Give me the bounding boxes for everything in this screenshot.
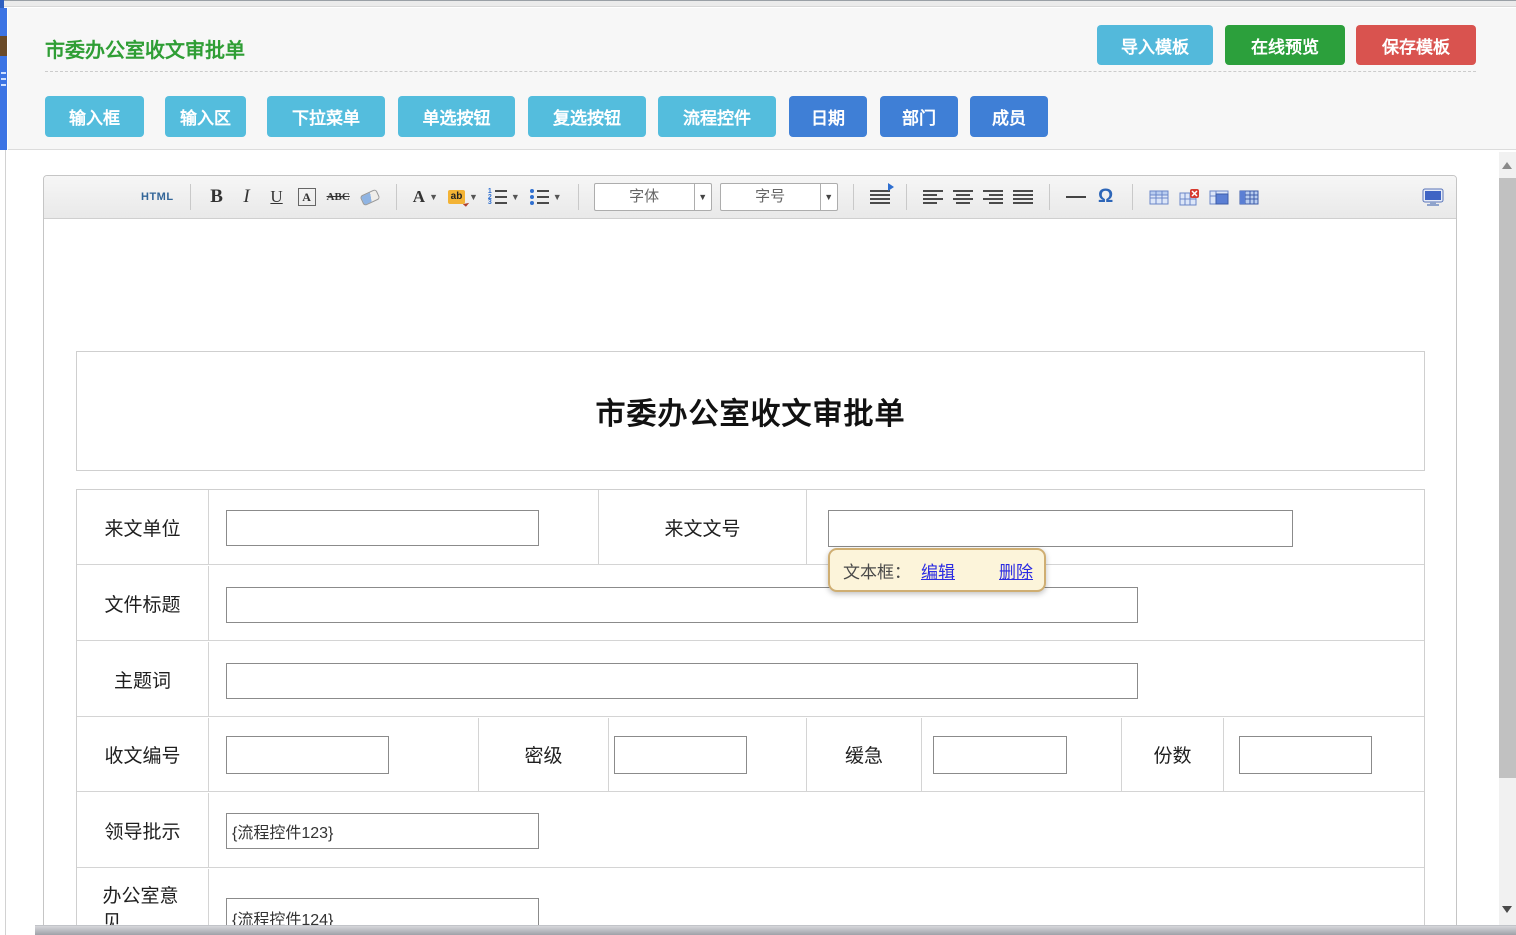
align-center-icon[interactable] bbox=[953, 184, 973, 210]
chevron-down-icon: ▼ bbox=[511, 192, 520, 202]
toolbar-separator bbox=[1132, 184, 1133, 210]
field-label-source-unit: 来文单位 bbox=[104, 514, 180, 541]
highlight-color-icon[interactable]: ab ▼ bbox=[448, 184, 478, 210]
horizontal-rule-icon[interactable] bbox=[1066, 184, 1086, 210]
add-member-button[interactable]: 成员 bbox=[970, 96, 1048, 137]
field-label-secrecy: 密级 bbox=[524, 741, 562, 768]
line-height-icon[interactable] bbox=[870, 184, 890, 210]
align-left-icon[interactable] bbox=[923, 184, 943, 210]
font-size-select[interactable]: 字号 ▼ bbox=[720, 183, 838, 211]
add-checkbox-button[interactable]: 复选按钮 bbox=[528, 96, 646, 137]
keywords-input[interactable] bbox=[226, 663, 1138, 699]
sidebar-menu-icon bbox=[1, 72, 6, 74]
add-radio-button[interactable]: 单选按钮 bbox=[398, 96, 515, 137]
ordered-list-icon[interactable]: 123 ▼ bbox=[488, 184, 520, 210]
fullscreen-icon[interactable] bbox=[1422, 184, 1444, 210]
leader-remark-input[interactable] bbox=[226, 813, 539, 849]
cell-properties-icon[interactable] bbox=[1239, 184, 1259, 210]
edit-widget-link[interactable]: 编辑 bbox=[921, 558, 955, 583]
font-family-select[interactable]: 字体 ▼ bbox=[594, 183, 712, 211]
online-preview-button[interactable]: 在线预览 bbox=[1225, 25, 1345, 65]
table-row: 主题词 bbox=[77, 642, 1424, 717]
copies-input[interactable] bbox=[1239, 736, 1372, 774]
sidebar-icon-fragment bbox=[0, 36, 7, 56]
field-label-leader-remark: 领导批示 bbox=[104, 817, 180, 844]
field-label-receipt-no: 收文编号 bbox=[104, 741, 180, 768]
chevron-down-icon: ▼ bbox=[553, 192, 562, 202]
align-right-icon[interactable] bbox=[983, 184, 1003, 210]
toolbar-separator bbox=[396, 184, 397, 210]
richtext-editor: HTML B I U A ABC A ▼ ab ▼ 123 ▼ bbox=[43, 175, 1457, 935]
italic-icon[interactable]: I bbox=[237, 184, 257, 210]
field-label-urgency: 缓急 bbox=[845, 741, 883, 768]
bold-icon[interactable]: B bbox=[207, 184, 227, 210]
add-textarea-button[interactable]: 输入区 bbox=[165, 96, 246, 137]
add-input-box-button[interactable]: 输入框 bbox=[45, 96, 144, 137]
field-label-doc-title: 文件标题 bbox=[104, 590, 180, 617]
delete-widget-link[interactable]: 删除 bbox=[999, 558, 1033, 583]
doc-title-input[interactable] bbox=[226, 587, 1138, 623]
table-row: 收文编号 密级 缓急 份数 bbox=[77, 718, 1424, 792]
table-row: 领导批示 bbox=[77, 793, 1424, 868]
form-table: 来文单位 来文文号 文件标题 主题词 收文编号 bbox=[76, 489, 1425, 935]
page-title: 市委办公室收文审批单 bbox=[45, 34, 245, 63]
receipt-no-input[interactable] bbox=[226, 736, 389, 774]
collapsed-sidebar bbox=[0, 8, 7, 150]
urgency-input[interactable] bbox=[933, 736, 1067, 774]
window-bottom-edge bbox=[35, 925, 1516, 935]
window-top-band bbox=[0, 1, 1516, 7]
editor-toolbar: HTML B I U A ABC A ▼ ab ▼ 123 ▼ bbox=[44, 176, 1456, 219]
import-template-button[interactable]: 导入模板 bbox=[1097, 25, 1213, 65]
toolbar-separator bbox=[853, 184, 854, 210]
font-style-icon[interactable]: A bbox=[298, 188, 316, 206]
chevron-down-icon: ▼ bbox=[429, 192, 438, 202]
chevron-down-icon: ▼ bbox=[694, 184, 711, 210]
source-unit-input[interactable] bbox=[226, 510, 539, 546]
html-source-icon[interactable]: HTML bbox=[141, 184, 174, 210]
delete-table-icon[interactable] bbox=[1179, 184, 1199, 210]
field-label-source-number: 来文文号 bbox=[664, 514, 740, 541]
widget-type-label: 文本框： bbox=[843, 558, 911, 583]
scroll-down-button[interactable] bbox=[1502, 906, 1512, 913]
field-label-keywords: 主题词 bbox=[114, 666, 171, 693]
toolbar-separator bbox=[190, 184, 191, 210]
unordered-list-icon[interactable]: ▼ bbox=[530, 184, 562, 210]
add-flow-control-button[interactable]: 流程控件 bbox=[658, 96, 776, 137]
toolbar-separator bbox=[1049, 184, 1050, 210]
chevron-down-icon: ▼ bbox=[820, 184, 837, 210]
widget-tooltip: 文本框： 编辑 删除 bbox=[828, 548, 1046, 592]
field-label-copies: 份数 bbox=[1153, 741, 1191, 768]
strikethrough-icon[interactable]: ABC bbox=[327, 184, 350, 210]
browser-edge-fragment bbox=[0, 0, 4, 8]
source-number-input[interactable] bbox=[828, 510, 1293, 547]
chevron-down-icon: ▼ bbox=[469, 192, 478, 202]
scrollbar-track[interactable] bbox=[1499, 152, 1516, 935]
save-template-button[interactable]: 保存模板 bbox=[1356, 25, 1476, 65]
toolbar-separator bbox=[578, 184, 579, 210]
insert-table-icon[interactable] bbox=[1149, 184, 1169, 210]
scroll-up-button[interactable] bbox=[1502, 162, 1512, 169]
secrecy-input[interactable] bbox=[614, 736, 747, 774]
special-character-icon[interactable]: Ω bbox=[1096, 184, 1116, 210]
table-row: 文件标题 bbox=[77, 566, 1424, 641]
form-title: 市委办公室收文审批单 bbox=[596, 389, 906, 433]
font-color-icon[interactable]: A ▼ bbox=[413, 184, 438, 210]
table-row: 来文单位 来文文号 bbox=[77, 490, 1424, 565]
app-window: 市委办公室收文审批单 导入模板 在线预览 保存模板 输入框 输入区 下拉菜单 单… bbox=[0, 0, 1516, 935]
left-panel-border bbox=[5, 150, 6, 935]
remove-format-icon[interactable] bbox=[359, 188, 380, 206]
form-title-cell: 市委办公室收文审批单 bbox=[76, 351, 1425, 471]
add-date-button[interactable]: 日期 bbox=[789, 96, 867, 137]
add-department-button[interactable]: 部门 bbox=[880, 96, 958, 137]
dashed-divider bbox=[45, 71, 1476, 72]
align-justify-icon[interactable] bbox=[1013, 184, 1033, 210]
toolbar-separator bbox=[906, 184, 907, 210]
header: 市委办公室收文审批单 导入模板 在线预览 保存模板 输入框 输入区 下拉菜单 单… bbox=[8, 8, 1516, 150]
underline-icon[interactable]: U bbox=[267, 184, 287, 210]
table-properties-icon[interactable] bbox=[1209, 184, 1229, 210]
sidebar-menu-icon bbox=[1, 78, 6, 80]
sidebar-menu-icon bbox=[1, 84, 6, 86]
scrollbar-thumb[interactable] bbox=[1499, 178, 1516, 778]
add-dropdown-button[interactable]: 下拉菜单 bbox=[267, 96, 385, 137]
